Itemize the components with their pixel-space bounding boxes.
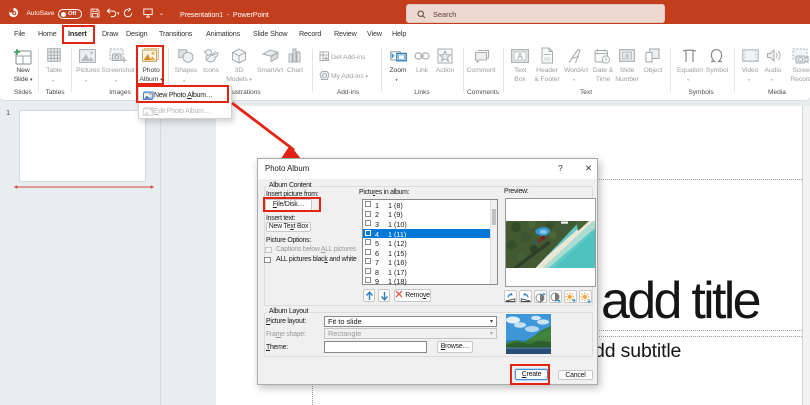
svg-text:A: A [517,52,523,61]
